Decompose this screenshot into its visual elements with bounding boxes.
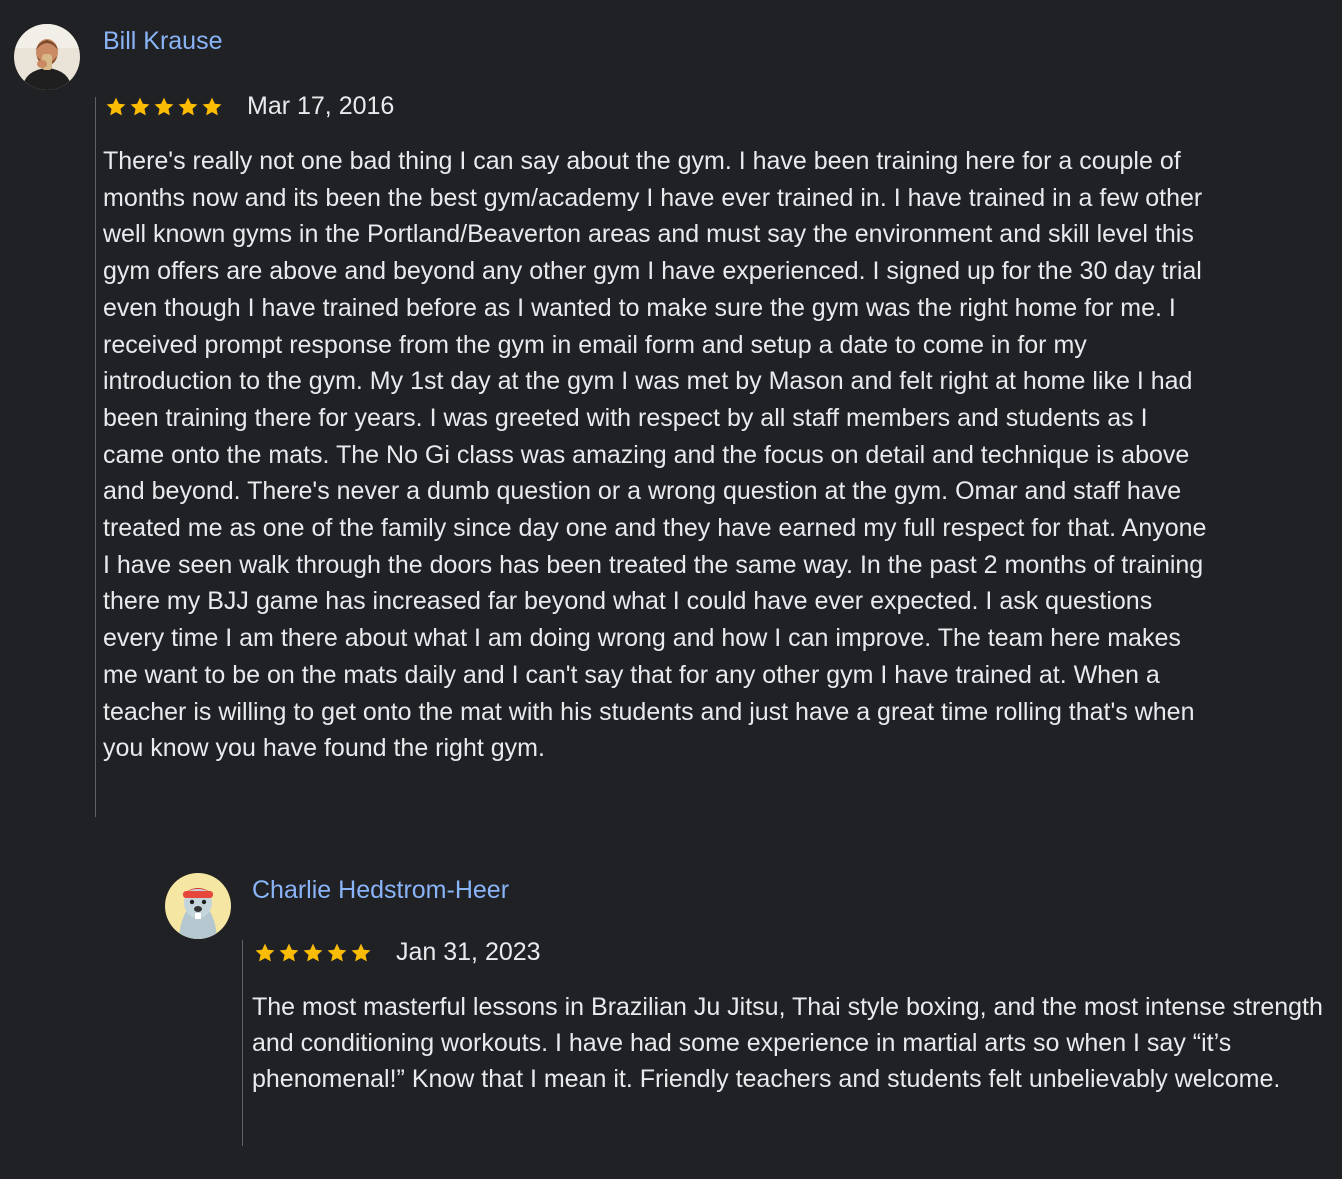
star-filled-icon bbox=[130, 97, 150, 115]
star-filled-icon bbox=[106, 97, 126, 115]
review-date: Jan 31, 2023 bbox=[396, 938, 541, 966]
star-filled-icon bbox=[279, 943, 299, 961]
star-filled-icon bbox=[351, 943, 371, 961]
author-name-link[interactable]: Bill Krause bbox=[103, 27, 223, 56]
star-rating bbox=[105, 96, 223, 118]
star-filled-icon bbox=[327, 943, 347, 961]
star-rating bbox=[254, 942, 372, 964]
star-filled-icon bbox=[154, 97, 174, 115]
cartoon-avatar[interactable] bbox=[165, 873, 231, 939]
author-name-link[interactable]: Charlie Hedstrom-Heer bbox=[252, 876, 509, 905]
review-text: The most masterful lessons in Brazilian … bbox=[252, 993, 1323, 1093]
star-filled-icon bbox=[303, 943, 323, 961]
rating-date-row: Jan 31, 2023 bbox=[254, 938, 541, 967]
review-thread-line bbox=[242, 940, 243, 1146]
review-text: There's really not one bad thing I can s… bbox=[103, 147, 1207, 763]
review-date: Mar 17, 2016 bbox=[247, 92, 395, 120]
review-thread-line bbox=[95, 97, 96, 817]
star-filled-icon bbox=[255, 943, 275, 961]
star-filled-icon bbox=[202, 97, 222, 115]
rating-date-row: Mar 17, 2016 bbox=[105, 92, 394, 121]
star-filled-icon bbox=[178, 97, 198, 115]
user-avatar-photo[interactable] bbox=[14, 24, 80, 90]
